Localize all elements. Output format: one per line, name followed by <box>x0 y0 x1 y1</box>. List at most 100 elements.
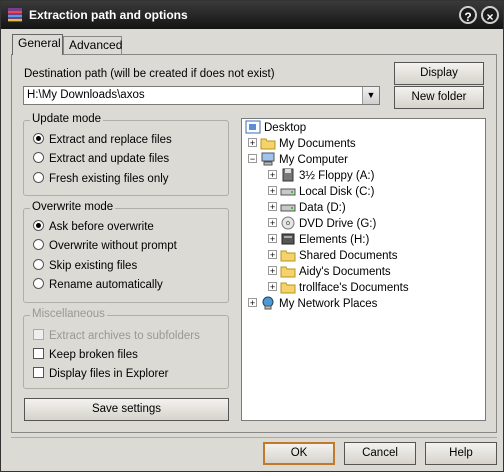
tree-node[interactable]: + Elements (H:) <box>268 232 369 248</box>
tree-node[interactable]: +3½ Floppy (A:) <box>268 168 374 184</box>
overwrite-mode-option[interactable]: Rename automatically <box>33 278 163 295</box>
misc-option[interactable]: Keep broken files <box>33 348 138 365</box>
expand-icon[interactable]: + <box>268 266 277 276</box>
update-mode-option[interactable]: Fresh existing files only <box>33 172 169 189</box>
radio-selected-icon[interactable] <box>33 220 44 232</box>
overwrite-mode-group: Overwrite mode Ask before overwrite Over… <box>23 201 229 303</box>
miscellaneous-title: Miscellaneous <box>30 308 107 320</box>
extraction-dialog: Extraction path and options ? × General … <box>0 0 504 472</box>
winrar-app-icon <box>8 8 22 22</box>
help-title-button[interactable]: ? <box>459 6 477 24</box>
option-label: Extract archives to subfolders <box>49 330 200 342</box>
radio-icon[interactable] <box>33 172 44 184</box>
tab-general[interactable]: General <box>12 34 63 55</box>
expand-icon[interactable]: + <box>268 282 277 292</box>
close-button[interactable]: × <box>481 6 499 24</box>
network-icon <box>262 296 274 310</box>
floppy-icon <box>282 168 294 182</box>
tree-node[interactable]: + My Documents <box>248 136 356 152</box>
tree-node[interactable]: − My Computer <box>248 152 348 168</box>
expand-icon[interactable]: + <box>268 250 277 260</box>
checkbox-icon <box>33 329 44 341</box>
expand-icon[interactable]: + <box>268 170 277 180</box>
ok-button[interactable]: OK <box>263 442 335 465</box>
expand-icon[interactable]: + <box>268 218 277 228</box>
expand-icon[interactable]: + <box>248 138 257 148</box>
option-label: Fresh existing files only <box>49 173 169 185</box>
overwrite-mode-option[interactable]: Ask before overwrite <box>33 220 154 237</box>
tree-node[interactable]: + trollface's Documents <box>268 280 409 296</box>
tree-node-label: My Computer <box>279 154 349 166</box>
option-label: Extract and update files <box>49 153 170 165</box>
misc-option-disabled: Extract archives to subfolders <box>33 329 200 346</box>
radio-icon[interactable] <box>33 152 44 164</box>
option-label: Overwrite without prompt <box>49 240 177 252</box>
drive-icon <box>280 204 296 212</box>
drive-icon <box>280 188 296 196</box>
tree-node-label: My Documents <box>279 138 356 150</box>
tree-node-label: Desktop <box>264 122 307 134</box>
footer-divider <box>11 437 497 438</box>
tree-node[interactable]: + My Network Places <box>248 296 377 312</box>
option-label: Extract and replace files <box>49 134 172 146</box>
cancel-button[interactable]: Cancel <box>344 442 416 465</box>
tree-node-label: 3½ Floppy (A:) <box>299 170 375 182</box>
expand-icon[interactable]: + <box>268 186 277 196</box>
tree-node[interactable]: + DVD Drive (G:) <box>268 216 376 232</box>
destination-path-combobox[interactable]: H:\My Downloads\axos ▼ <box>23 86 380 105</box>
destination-path-label: Destination path (will be created if doe… <box>24 68 275 80</box>
update-mode-option[interactable]: Extract and update files <box>33 152 170 169</box>
miscellaneous-group: Miscellaneous Extract archives to subfol… <box>23 308 229 389</box>
option-label: Ask before overwrite <box>49 221 154 233</box>
update-mode-title: Update mode <box>30 113 104 125</box>
destination-path-value: H:\My Downloads\axos <box>27 89 145 101</box>
radio-icon[interactable] <box>33 259 44 271</box>
tree-node-label: Elements (H:) <box>299 234 370 246</box>
overwrite-mode-option[interactable]: Overwrite without prompt <box>33 239 177 256</box>
expand-icon[interactable]: + <box>248 298 257 308</box>
overwrite-mode-title: Overwrite mode <box>30 201 116 213</box>
tree-node-label: trollface's Documents <box>299 282 409 294</box>
overwrite-mode-option[interactable]: Skip existing files <box>33 259 138 276</box>
tree-node-label: Aidy's Documents <box>299 266 391 278</box>
update-mode-group: Update mode Extract and replace files Ex… <box>23 113 229 196</box>
tree-node-label: Shared Documents <box>299 250 398 262</box>
save-settings-button[interactable]: Save settings <box>24 398 229 421</box>
option-label: Keep broken files <box>49 349 138 361</box>
collapse-icon[interactable]: − <box>248 154 257 164</box>
folder-icon <box>260 138 276 150</box>
tab-advanced[interactable]: Advanced <box>63 36 122 54</box>
computer-icon <box>261 152 275 166</box>
tree-node[interactable]: + Data (D:) <box>268 200 346 216</box>
option-label: Display files in Explorer <box>49 368 169 380</box>
radio-icon[interactable] <box>33 278 44 290</box>
folder-icon <box>280 282 296 294</box>
tree-node[interactable]: Desktop <box>245 120 306 136</box>
folder-tree[interactable]: Desktop + My Documents − My Computer +3½ F… <box>241 118 486 421</box>
title-bar: Extraction path and options ? × <box>1 1 503 29</box>
tree-node-label: My Network Places <box>279 298 378 310</box>
dvd-icon <box>281 216 295 230</box>
checkbox-icon[interactable] <box>33 348 44 360</box>
tree-node-label: Data (D:) <box>299 202 346 214</box>
expand-icon[interactable]: + <box>268 202 277 212</box>
tree-node[interactable]: + Aidy's Documents <box>268 264 391 280</box>
update-mode-option[interactable]: Extract and replace files <box>33 133 172 150</box>
desktop-icon <box>245 120 261 134</box>
new-folder-button[interactable]: New folder <box>394 86 484 109</box>
tree-node[interactable]: + Shared Documents <box>268 248 397 264</box>
tree-node-label: Local Disk (C:) <box>299 186 375 198</box>
option-label: Rename automatically <box>49 279 163 291</box>
folder-icon <box>280 266 296 278</box>
folder-icon <box>280 250 296 262</box>
radio-selected-icon[interactable] <box>33 133 44 145</box>
tree-node[interactable]: + Local Disk (C:) <box>268 184 374 200</box>
misc-option[interactable]: Display files in Explorer <box>33 367 169 384</box>
chevron-down-icon[interactable]: ▼ <box>362 87 379 104</box>
display-button[interactable]: Display <box>394 62 484 85</box>
radio-icon[interactable] <box>33 239 44 251</box>
checkbox-icon[interactable] <box>33 367 44 379</box>
option-label: Skip existing files <box>49 260 138 272</box>
help-button[interactable]: Help <box>425 442 497 465</box>
expand-icon[interactable]: + <box>268 234 277 244</box>
